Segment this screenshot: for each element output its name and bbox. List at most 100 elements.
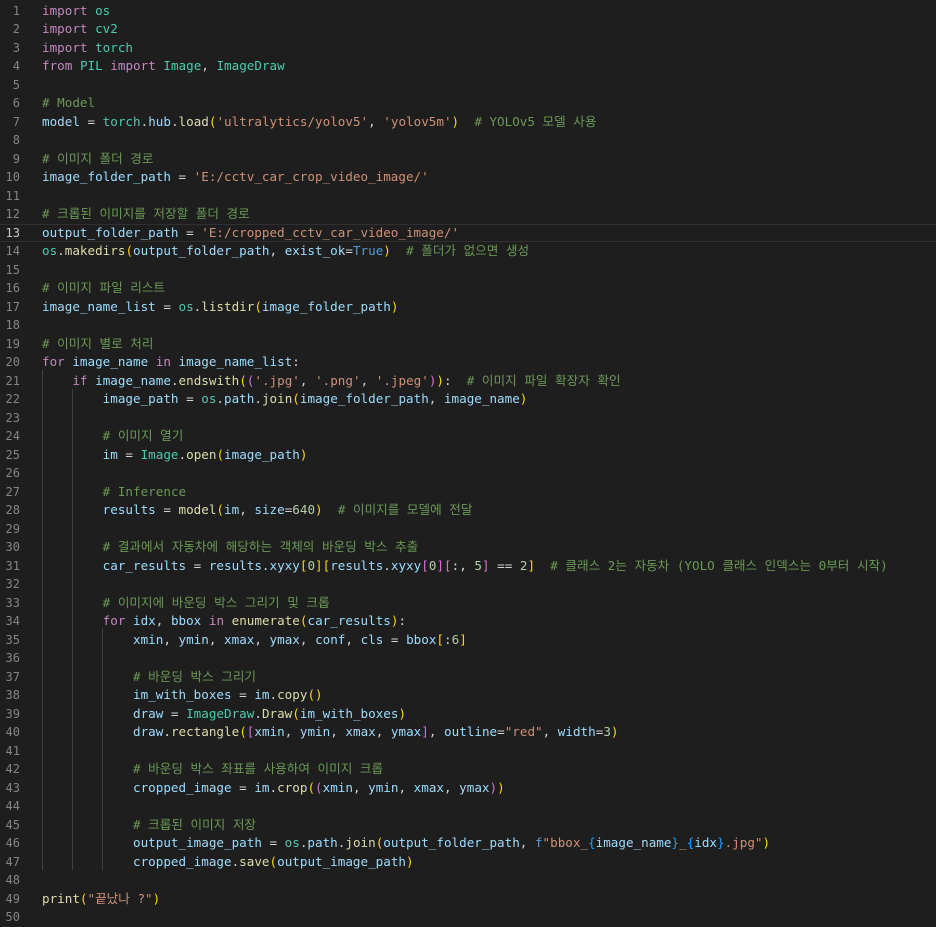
code-token: conf xyxy=(315,631,346,647)
code-line[interactable]: 49 print("끝났나 ?") xyxy=(0,890,936,909)
code-line[interactable]: 38 im_with_boxes = im.copy() xyxy=(0,686,936,705)
code-line[interactable]: 40 draw.rectangle([xmin, ymin, xmax, yma… xyxy=(0,723,936,742)
code-line[interactable]: 32 xyxy=(0,575,936,594)
code-line[interactable]: 31 car_results = results.xyxy[0][results… xyxy=(0,557,936,576)
code-line[interactable]: 25 im = Image.open(image_path) xyxy=(0,446,936,465)
code-line[interactable]: 48 xyxy=(0,871,936,890)
code-text: output_image_path = os.path.join(output_… xyxy=(42,834,770,853)
code-token: output_folder_path xyxy=(133,243,270,258)
code-line[interactable]: 6 # Model xyxy=(0,94,936,113)
code-token: , xyxy=(444,779,460,795)
code-line[interactable]: 20 for image_name in image_name_list: xyxy=(0,353,936,372)
code-token: ) xyxy=(390,298,399,314)
code-line[interactable]: 13 output_folder_path = 'E:/cropped_cctv_… xyxy=(0,223,936,242)
code-line[interactable]: 17 image_name_list = os.listdir(image_fol… xyxy=(0,298,936,317)
code-line[interactable]: 10 image_folder_path = 'E:/cctv_car_crop_… xyxy=(0,168,936,187)
code-line[interactable]: 37 # 바운딩 박스 그리기 xyxy=(0,668,936,687)
code-token: draw xyxy=(133,705,164,721)
code-line[interactable]: 1 import os xyxy=(0,2,936,21)
code-line[interactable]: 44 xyxy=(0,797,936,816)
line-number: 33 xyxy=(5,595,20,610)
code-line[interactable]: 14 os.makedirs(output_folder_path, exist_… xyxy=(0,242,936,261)
code-line[interactable]: 9 # 이미지 폴더 경로 xyxy=(0,150,936,169)
line-number: 3 xyxy=(12,40,20,55)
code-line[interactable]: 19 # 이미지 별로 처리 xyxy=(0,335,936,354)
code-line[interactable]: 11 xyxy=(0,187,936,206)
code-text: draw = ImageDraw.Draw(im_with_boxes) xyxy=(42,705,406,724)
code-line[interactable]: 24 # 이미지 열기 xyxy=(0,427,936,446)
code-line[interactable]: 46 output_image_path = os.path.join(outp… xyxy=(0,834,936,853)
code-line[interactable]: 3 import torch xyxy=(0,39,936,58)
code-line[interactable]: 29 xyxy=(0,520,936,539)
code-token: "red" xyxy=(504,724,543,739)
code-line[interactable]: 5 xyxy=(0,76,936,95)
code-line[interactable]: 28 results = model(im, size=640) # 이미지를 … xyxy=(0,501,936,520)
code-token: image_folder_path xyxy=(261,298,391,314)
code-token: = xyxy=(155,298,179,314)
code-token: . xyxy=(383,557,391,573)
code-token: "bbox_ xyxy=(542,835,589,850)
code-token: ) xyxy=(489,779,498,795)
code-token: .jpg" xyxy=(724,835,763,850)
code-token: # Inference xyxy=(102,483,187,499)
code-line[interactable]: 7 model = torch.hub.load('ultralytics/yol… xyxy=(0,113,936,132)
code-line[interactable]: 12 # 크롭된 이미지를 저장할 폴더 경로 xyxy=(0,205,936,224)
code-token: ( xyxy=(315,779,323,795)
code-token: # Model xyxy=(42,95,96,110)
code-line[interactable]: 42 # 바운딩 박스 좌표를 사용하여 이미지 크롭 xyxy=(0,760,936,779)
code-line[interactable]: 26 xyxy=(0,464,936,483)
code-line[interactable]: 33 # 이미지에 바운딩 박스 그리기 및 크롭 xyxy=(0,594,936,613)
code-line[interactable]: 8 xyxy=(0,131,936,150)
code-token: print xyxy=(42,890,80,906)
code-token: ) xyxy=(315,687,323,702)
code-line[interactable]: 35 xmin, ymin, xmax, ymax, conf, cls = b… xyxy=(0,631,936,650)
line-number: 10 xyxy=(5,170,20,184)
code-line[interactable]: 23 xyxy=(0,409,936,428)
code-token: Draw xyxy=(261,705,293,721)
code-token: # YOLOv5 모델 사용 xyxy=(474,113,597,129)
code-text: # 바운딩 박스 그리기 xyxy=(42,668,256,687)
code-editor[interactable]: 1 import os 2 import cv2 3 import torch 4 from … xyxy=(0,0,936,926)
code-line[interactable]: 30 # 결과에서 자동차에 해당하는 객체의 바운딩 박스 추출 xyxy=(0,538,936,557)
code-token: outline xyxy=(444,724,498,739)
code-line[interactable]: 27 # Inference xyxy=(0,483,936,502)
code-token: ymax xyxy=(459,779,490,795)
code-token: # 이미지 열기 xyxy=(102,428,184,443)
code-line[interactable]: 43 cropped_image = im.crop((xmin, ymin, … xyxy=(0,779,936,798)
code-token: # 이미지를 모델에 전달 xyxy=(337,502,473,517)
code-line[interactable]: 41 xyxy=(0,742,936,761)
code-text: import os xyxy=(42,2,110,21)
code-line[interactable]: 36 xyxy=(0,649,936,668)
code-line[interactable]: 34 for idx, bbox in enumerate(car_result… xyxy=(0,612,936,631)
code-line[interactable]: 21 if image_name.endswith(('.jpg', '.png… xyxy=(0,372,936,391)
code-line[interactable]: 47 cropped_image.save(output_image_path) xyxy=(0,853,936,872)
line-number: 4 xyxy=(12,59,20,73)
code-token: : xyxy=(292,354,300,369)
code-line[interactable]: 39 draw = ImageDraw.Draw(im_with_boxes) xyxy=(0,705,936,724)
code-token: load xyxy=(178,113,209,129)
code-token: == xyxy=(489,557,520,573)
code-line[interactable]: 50 xyxy=(0,908,936,927)
code-token: # 이미지 폴더 경로 xyxy=(42,150,154,166)
code-token: idx xyxy=(694,835,717,850)
code-token: for xyxy=(102,613,126,628)
line-number: 29 xyxy=(5,521,20,536)
code-token: in xyxy=(155,354,171,369)
code-line[interactable]: 2 import cv2 xyxy=(0,20,936,39)
code-token: hub xyxy=(148,113,171,129)
code-line[interactable]: 4 from PIL import Image, ImageDraw xyxy=(0,57,936,76)
code-text: os.makedirs(output_folder_path, exist_ok… xyxy=(42,242,529,261)
code-token: # 이미지 파일 리스트 xyxy=(42,280,166,295)
code-line[interactable]: 18 xyxy=(0,316,936,335)
line-number: 39 xyxy=(5,706,20,721)
code-line[interactable]: 16 # 이미지 파일 리스트 xyxy=(0,279,936,298)
code-line[interactable]: 22 image_path = os.path.join(image_folde… xyxy=(0,390,936,409)
code-token: = xyxy=(79,113,103,129)
code-line[interactable]: 45 # 크롭된 이미지 저장 xyxy=(0,816,936,835)
code-token: , xyxy=(269,243,285,258)
code-line[interactable]: 15 xyxy=(0,261,936,280)
code-text: # Model xyxy=(42,94,95,113)
